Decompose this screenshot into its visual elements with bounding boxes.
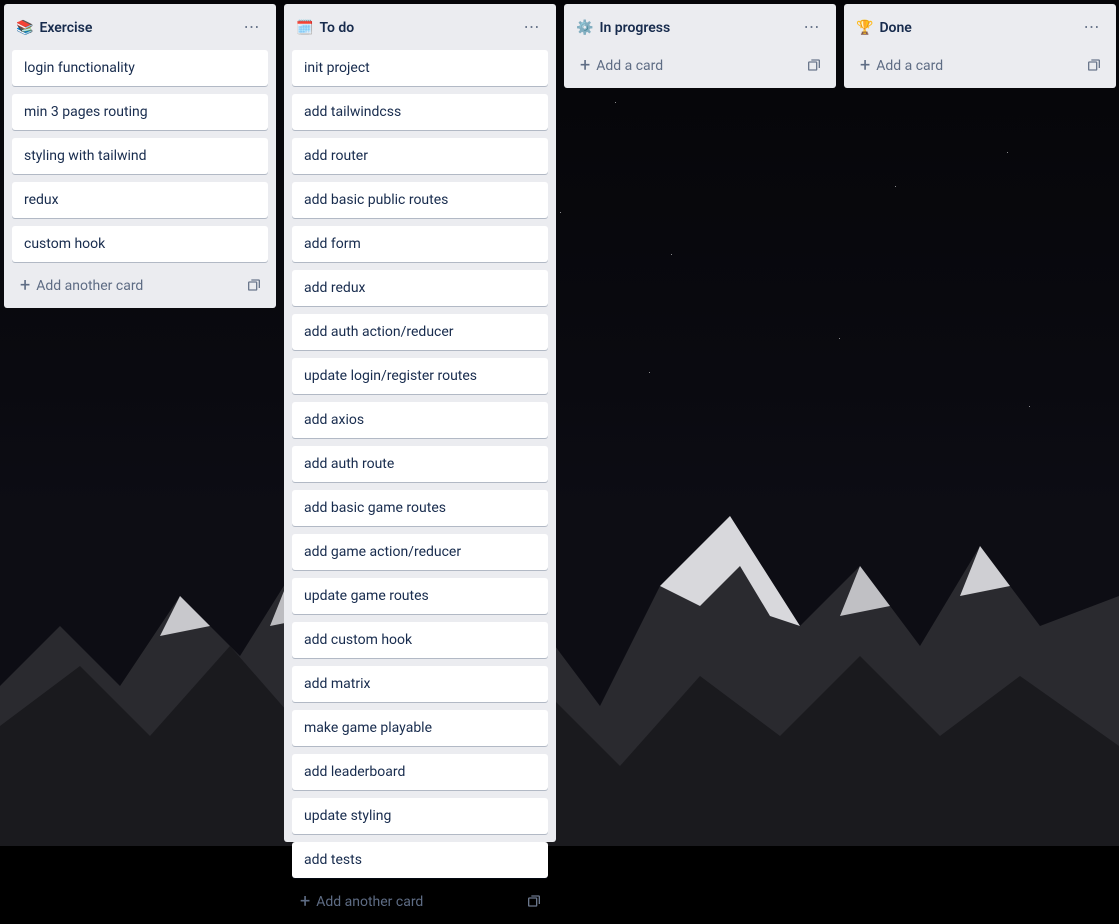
card[interactable]: update login/register routes	[292, 358, 548, 394]
card[interactable]: add auth action/reducer	[292, 314, 548, 350]
list-menu-button[interactable]: ⋯	[516, 10, 548, 42]
template-icon	[1086, 58, 1102, 74]
list-footer: + Add another card	[4, 264, 276, 308]
card[interactable]: min 3 pages routing	[12, 94, 268, 130]
card[interactable]: init project	[292, 50, 548, 86]
list-cards: init project add tailwindcss add router add…	[284, 50, 556, 878]
list-footer: + Add a card	[564, 52, 836, 88]
list: 🗓️ To do⋯ init project add tailwindcss add r…	[284, 4, 556, 842]
card[interactable]: add custom hook	[292, 622, 548, 658]
create-from-template-button[interactable]	[520, 888, 548, 916]
card[interactable]: add tests	[292, 842, 548, 878]
create-from-template-button[interactable]	[800, 52, 828, 80]
list-title[interactable]: In progress	[597, 18, 792, 38]
list: 🏆 Done⋯ + Add a card	[844, 4, 1116, 88]
list: 📚 Exercise⋯ login functionality min 3 pages…	[4, 4, 276, 308]
plus-icon: +	[20, 279, 30, 293]
list-header: 🏆 Done⋯	[844, 4, 1116, 50]
add-card-button[interactable]: + Add another card	[12, 272, 236, 300]
list-menu-button[interactable]: ⋯	[796, 10, 828, 42]
card[interactable]: make game playable	[292, 710, 548, 746]
plus-icon: +	[860, 59, 870, 73]
list-menu-button[interactable]: ⋯	[236, 10, 268, 42]
card[interactable]: update styling	[292, 798, 548, 834]
add-card-label: Add another card	[36, 278, 143, 294]
add-card-button[interactable]: + Add another card	[292, 888, 516, 916]
list-header: 📚 Exercise⋯	[4, 4, 276, 50]
card[interactable]: add axios	[292, 402, 548, 438]
card[interactable]: add form	[292, 226, 548, 262]
plus-icon: +	[580, 59, 590, 73]
list-menu-button[interactable]: ⋯	[1076, 10, 1108, 42]
add-card-button[interactable]: + Add a card	[572, 52, 796, 80]
template-icon	[246, 278, 262, 294]
add-card-button[interactable]: + Add a card	[852, 52, 1076, 80]
list-emoji-icon: 🗓️	[296, 21, 313, 35]
list-emoji-icon: ⚙️	[576, 21, 593, 35]
card[interactable]: add basic public routes	[292, 182, 548, 218]
card[interactable]: custom hook	[12, 226, 268, 262]
add-card-label: Add another card	[316, 894, 423, 910]
list: ⚙️ In progress⋯ + Add a card	[564, 4, 836, 88]
plus-icon: +	[300, 895, 310, 909]
create-from-template-button[interactable]	[240, 272, 268, 300]
list-title[interactable]: To do	[317, 18, 512, 38]
card[interactable]: add basic game routes	[292, 490, 548, 526]
list-emoji-icon: 📚	[16, 21, 33, 35]
card[interactable]: add auth route	[292, 446, 548, 482]
list-cards: login functionality min 3 pages routing st…	[4, 50, 276, 262]
card[interactable]: update game routes	[292, 578, 548, 614]
card[interactable]: add tailwindcss	[292, 94, 548, 130]
card[interactable]: styling with tailwind	[12, 138, 268, 174]
add-card-label: Add a card	[876, 58, 943, 74]
template-icon	[526, 894, 542, 910]
card[interactable]: add router	[292, 138, 548, 174]
list-header: ⚙️ In progress⋯	[564, 4, 836, 50]
list-title[interactable]: Done	[877, 18, 1072, 38]
list-footer: + Add another card	[284, 880, 556, 924]
card[interactable]: add matrix	[292, 666, 548, 702]
create-from-template-button[interactable]	[1080, 52, 1108, 80]
list-title[interactable]: Exercise	[37, 18, 232, 38]
list-footer: + Add a card	[844, 52, 1116, 88]
template-icon	[806, 58, 822, 74]
card[interactable]: add redux	[292, 270, 548, 306]
card[interactable]: login functionality	[12, 50, 268, 86]
kanban-board: 📚Exercise⋯login functionalitymin 3 pages…	[0, 0, 1119, 846]
card[interactable]: add leaderboard	[292, 754, 548, 790]
list-emoji-icon: 🏆	[856, 21, 873, 35]
card[interactable]: redux	[12, 182, 268, 218]
add-card-label: Add a card	[596, 58, 663, 74]
list-header: 🗓️ To do⋯	[284, 4, 556, 50]
card[interactable]: add game action/reducer	[292, 534, 548, 570]
